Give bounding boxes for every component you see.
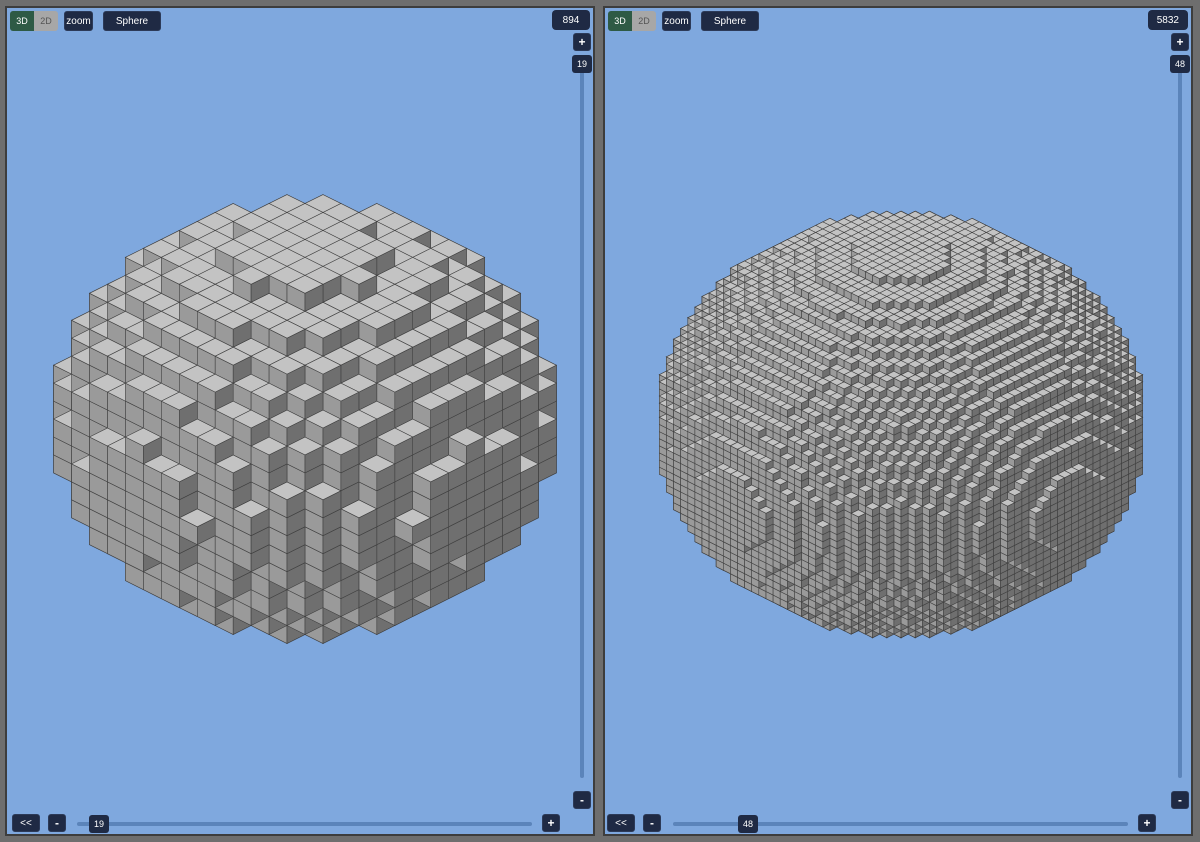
back-button[interactable]: << (12, 814, 40, 832)
view-mode-toggle[interactable]: 3D 2D (10, 11, 58, 31)
zoom-button[interactable]: zoom (64, 11, 93, 31)
vertical-slider-handle[interactable]: 19 (572, 55, 592, 73)
voxel-count-badge: 5832 (1147, 10, 1188, 30)
voxel-cube (907, 374, 923, 390)
horizontal-minus-button[interactable]: - (48, 814, 66, 832)
horizontal-minus-button[interactable]: - (643, 814, 661, 832)
voxel-sphere-view[interactable] (605, 8, 1191, 834)
vertical-slider-track[interactable] (580, 70, 584, 778)
viewport-right[interactable]: 3D 2D zoom Sphere 5832 + 48 - << - 48 + (603, 6, 1193, 836)
voxel-cube (942, 328, 959, 344)
horizontal-slider-track[interactable] (77, 822, 532, 826)
shape-select-button[interactable]: Sphere (701, 11, 759, 31)
vertical-slider-track[interactable] (1178, 70, 1182, 778)
horizontal-slider-handle[interactable]: 48 (738, 815, 758, 833)
vertical-plus-button[interactable]: + (573, 33, 591, 51)
back-button[interactable]: << (607, 814, 635, 832)
zoom-button[interactable]: zoom (662, 11, 691, 31)
horizontal-plus-button[interactable]: + (1138, 814, 1156, 832)
vertical-plus-button[interactable]: + (1171, 33, 1189, 51)
mode-2d-option[interactable]: 2D (632, 11, 656, 31)
horizontal-slider-handle[interactable]: 19 (89, 815, 109, 833)
voxel-count-badge: 894 (552, 10, 590, 30)
vertical-minus-button[interactable]: - (573, 791, 591, 809)
voxel-cube (893, 374, 909, 390)
mode-2d-option[interactable]: 2D (34, 11, 58, 31)
vertical-slider-handle[interactable]: 48 (1170, 55, 1190, 73)
shape-select-button[interactable]: Sphere (103, 11, 161, 31)
vertical-minus-button[interactable]: - (1171, 791, 1189, 809)
voxel-sphere-view[interactable] (7, 8, 593, 834)
voxel-group (52, 194, 558, 644)
voxel-cube (843, 328, 860, 344)
view-mode-toggle[interactable]: 3D 2D (608, 11, 656, 31)
mode-3d-option[interactable]: 3D (608, 11, 632, 31)
voxel-cube (879, 374, 895, 390)
mode-3d-option[interactable]: 3D (10, 11, 34, 31)
horizontal-plus-button[interactable]: + (542, 814, 560, 832)
voxel-group (658, 210, 1144, 639)
viewport-left[interactable]: 3D 2D zoom Sphere 894 + 19 - << - 19 + (5, 6, 595, 836)
